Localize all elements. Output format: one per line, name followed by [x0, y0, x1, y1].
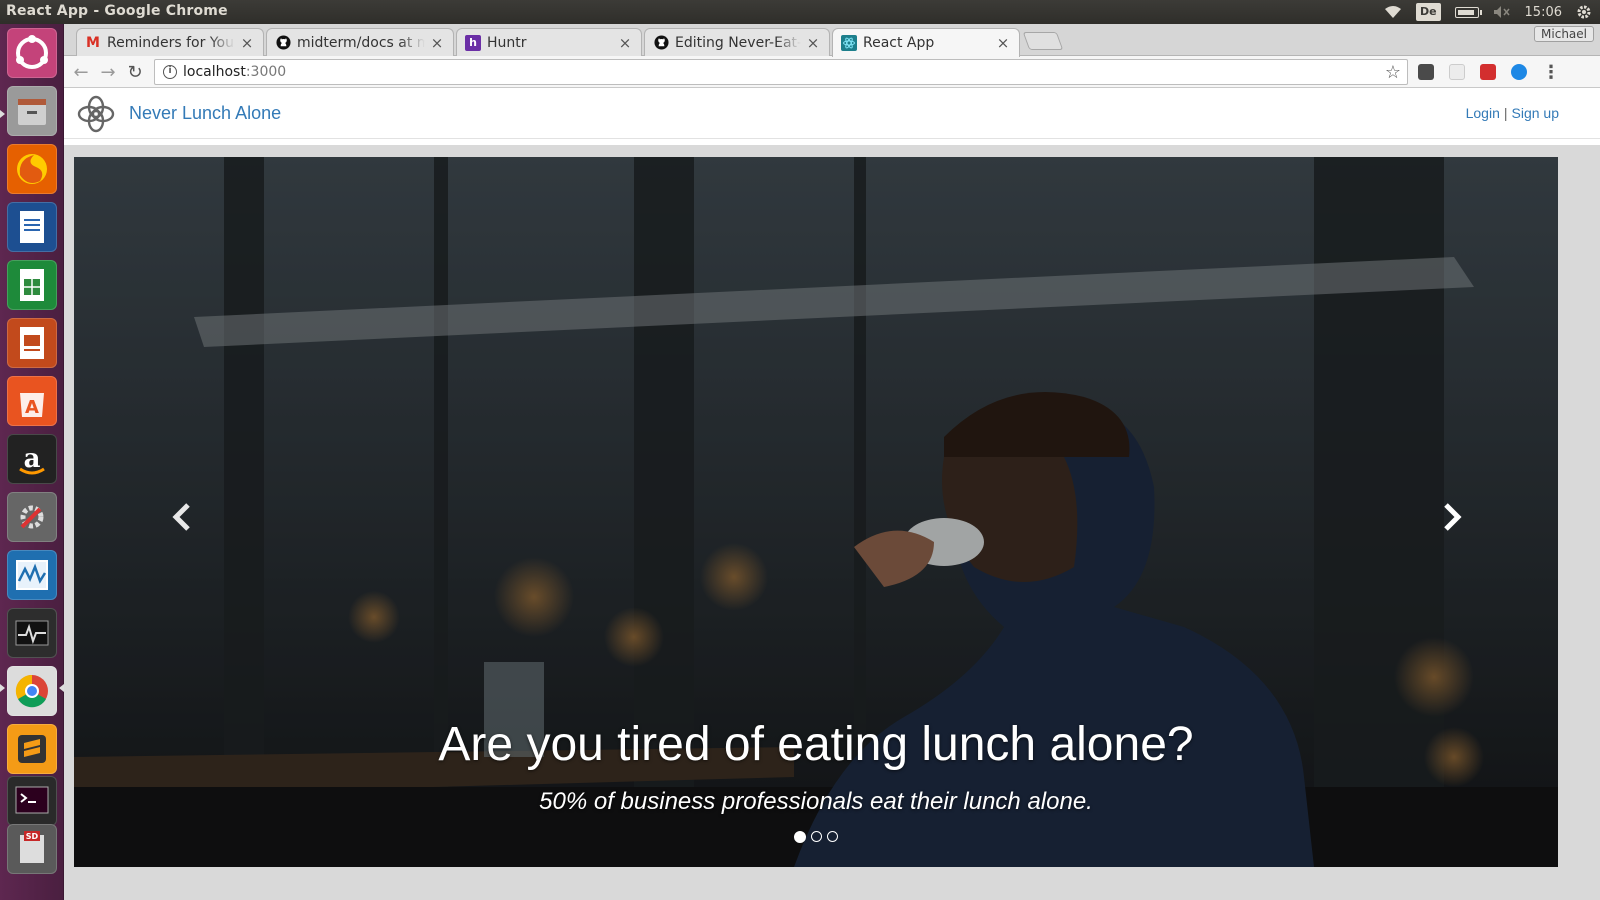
- tab-title: midterm/docs at m: [297, 34, 425, 51]
- tab-close-icon[interactable]: ×: [805, 34, 821, 52]
- hero-carousel: Are you tired of eating lunch alone? 50%…: [74, 157, 1558, 867]
- tab-close-icon[interactable]: ×: [429, 34, 445, 52]
- chrome-menu-icon[interactable]: ⋮: [1540, 61, 1562, 83]
- ubuntu-top-panel: React App - Google Chrome De 15:06: [0, 0, 1600, 24]
- new-tab-button[interactable]: [1022, 32, 1064, 50]
- monitor-app-icon[interactable]: [7, 550, 57, 600]
- carousel-frame: Are you tired of eating lunch alone? 50%…: [64, 145, 1600, 900]
- site-info-icon[interactable]: i: [163, 65, 177, 79]
- chrome-icon[interactable]: [7, 666, 57, 716]
- bookmark-star-icon[interactable]: ☆: [1385, 62, 1401, 83]
- chevron-left-icon: [172, 503, 190, 531]
- extension-red-icon[interactable]: [1480, 64, 1496, 80]
- carousel-indicator-dot[interactable]: [827, 831, 838, 842]
- tab-close-icon[interactable]: ×: [995, 34, 1011, 52]
- running-app-indicator: [0, 684, 5, 692]
- profile-button[interactable]: Michael: [1534, 26, 1594, 42]
- sd-card-icon[interactable]: SD: [7, 824, 57, 874]
- impress-icon[interactable]: [7, 318, 57, 368]
- tab-title: Reminders for Your: [107, 34, 235, 51]
- extension-shield-icon[interactable]: [1418, 64, 1434, 80]
- github-icon: [275, 35, 291, 51]
- svg-text:A: A: [25, 397, 39, 418]
- tab-strip: M Reminders for Your × midterm/docs at m × h H…: [64, 24, 1600, 57]
- reload-icon[interactable]: ↻: [124, 61, 146, 83]
- carousel-headline: Are you tired of eating lunch alone?: [438, 718, 1194, 771]
- carousel-subline: 50% of business professionals eat their …: [539, 788, 1093, 815]
- tab-title: React App: [863, 35, 935, 51]
- clock[interactable]: 15:06: [1525, 5, 1562, 20]
- browser-tab[interactable]: Editing Never-Eat-A ×: [644, 28, 830, 56]
- running-app-indicator: [0, 110, 5, 118]
- address-bar[interactable]: i localhost:3000 ☆: [154, 59, 1408, 85]
- brand-link[interactable]: Never Lunch Alone: [129, 103, 281, 124]
- carousel-indicator-dot[interactable]: [811, 831, 822, 842]
- gear-icon[interactable]: [1576, 4, 1592, 20]
- tab-close-icon[interactable]: ×: [617, 34, 633, 52]
- carousel-indicator-dot[interactable]: [794, 831, 806, 843]
- sublime-text-icon[interactable]: [7, 724, 57, 774]
- auth-separator: |: [1503, 105, 1508, 121]
- extension-blank-icon[interactable]: [1449, 64, 1465, 80]
- ubuntu-launcher: Aa SD: [0, 24, 64, 900]
- carousel-next-button[interactable]: [1432, 497, 1472, 537]
- carousel-prev-button[interactable]: [162, 497, 202, 537]
- window-title: React App - Google Chrome: [6, 3, 228, 19]
- signup-link[interactable]: Sign up: [1512, 105, 1559, 121]
- battery-icon[interactable]: [1454, 6, 1482, 18]
- calc-icon[interactable]: [7, 260, 57, 310]
- system-monitor-icon[interactable]: [7, 608, 57, 658]
- keyboard-layout-indicator[interactable]: De: [1415, 3, 1441, 21]
- gmail-icon: M: [86, 34, 100, 51]
- browser-tab[interactable]: h Huntr ×: [456, 28, 642, 56]
- auth-links: Login | Sign up: [1466, 105, 1559, 121]
- carousel-indicators: [794, 831, 838, 843]
- svg-text:SD: SD: [26, 832, 39, 841]
- browser-tab[interactable]: React App ×: [832, 28, 1020, 57]
- browser-toolbar: ← → ↻ i localhost:3000 ☆ ⋮: [64, 56, 1600, 88]
- amazon-icon[interactable]: a: [7, 434, 57, 484]
- software-center-icon[interactable]: A: [7, 376, 57, 426]
- login-link[interactable]: Login: [1466, 105, 1500, 121]
- svg-text:a: a: [24, 444, 41, 474]
- tab-close-icon[interactable]: ×: [239, 34, 255, 52]
- terminal-icon[interactable]: [7, 776, 57, 826]
- browser-tab[interactable]: M Reminders for Your ×: [76, 28, 264, 56]
- ubuntu-dash-icon[interactable]: [7, 28, 57, 78]
- carousel-caption: Are you tired of eating lunch alone? 50%…: [74, 717, 1558, 816]
- react-icon: [841, 35, 857, 51]
- extension-blue-icon[interactable]: [1511, 64, 1527, 80]
- tab-title: Huntr: [487, 34, 527, 51]
- settings-icon[interactable]: [7, 492, 57, 542]
- wifi-icon[interactable]: [1384, 5, 1402, 19]
- app-navbar: Never Lunch Alone Login | Sign up: [64, 88, 1600, 139]
- huntr-icon: h: [465, 34, 481, 51]
- forward-icon[interactable]: →: [97, 61, 119, 83]
- files-icon[interactable]: [7, 86, 57, 136]
- firefox-icon[interactable]: [7, 144, 57, 194]
- back-icon[interactable]: ←: [70, 61, 92, 83]
- chevron-right-icon: [1444, 503, 1462, 531]
- brand-logo-icon[interactable]: [74, 92, 118, 136]
- panel-indicators: De 15:06: [1384, 2, 1592, 22]
- volume-muted-icon[interactable]: [1493, 5, 1511, 19]
- url-text[interactable]: localhost:3000: [183, 64, 286, 80]
- tab-title: Editing Never-Eat-A: [675, 34, 801, 51]
- writer-icon[interactable]: [7, 202, 57, 252]
- github-icon: [653, 35, 669, 51]
- web-page: Never Lunch Alone Login | Sign up Are yo…: [64, 88, 1600, 900]
- browser-tab[interactable]: midterm/docs at m ×: [266, 28, 454, 56]
- chrome-window: M Reminders for Your × midterm/docs at m × h H…: [64, 24, 1600, 900]
